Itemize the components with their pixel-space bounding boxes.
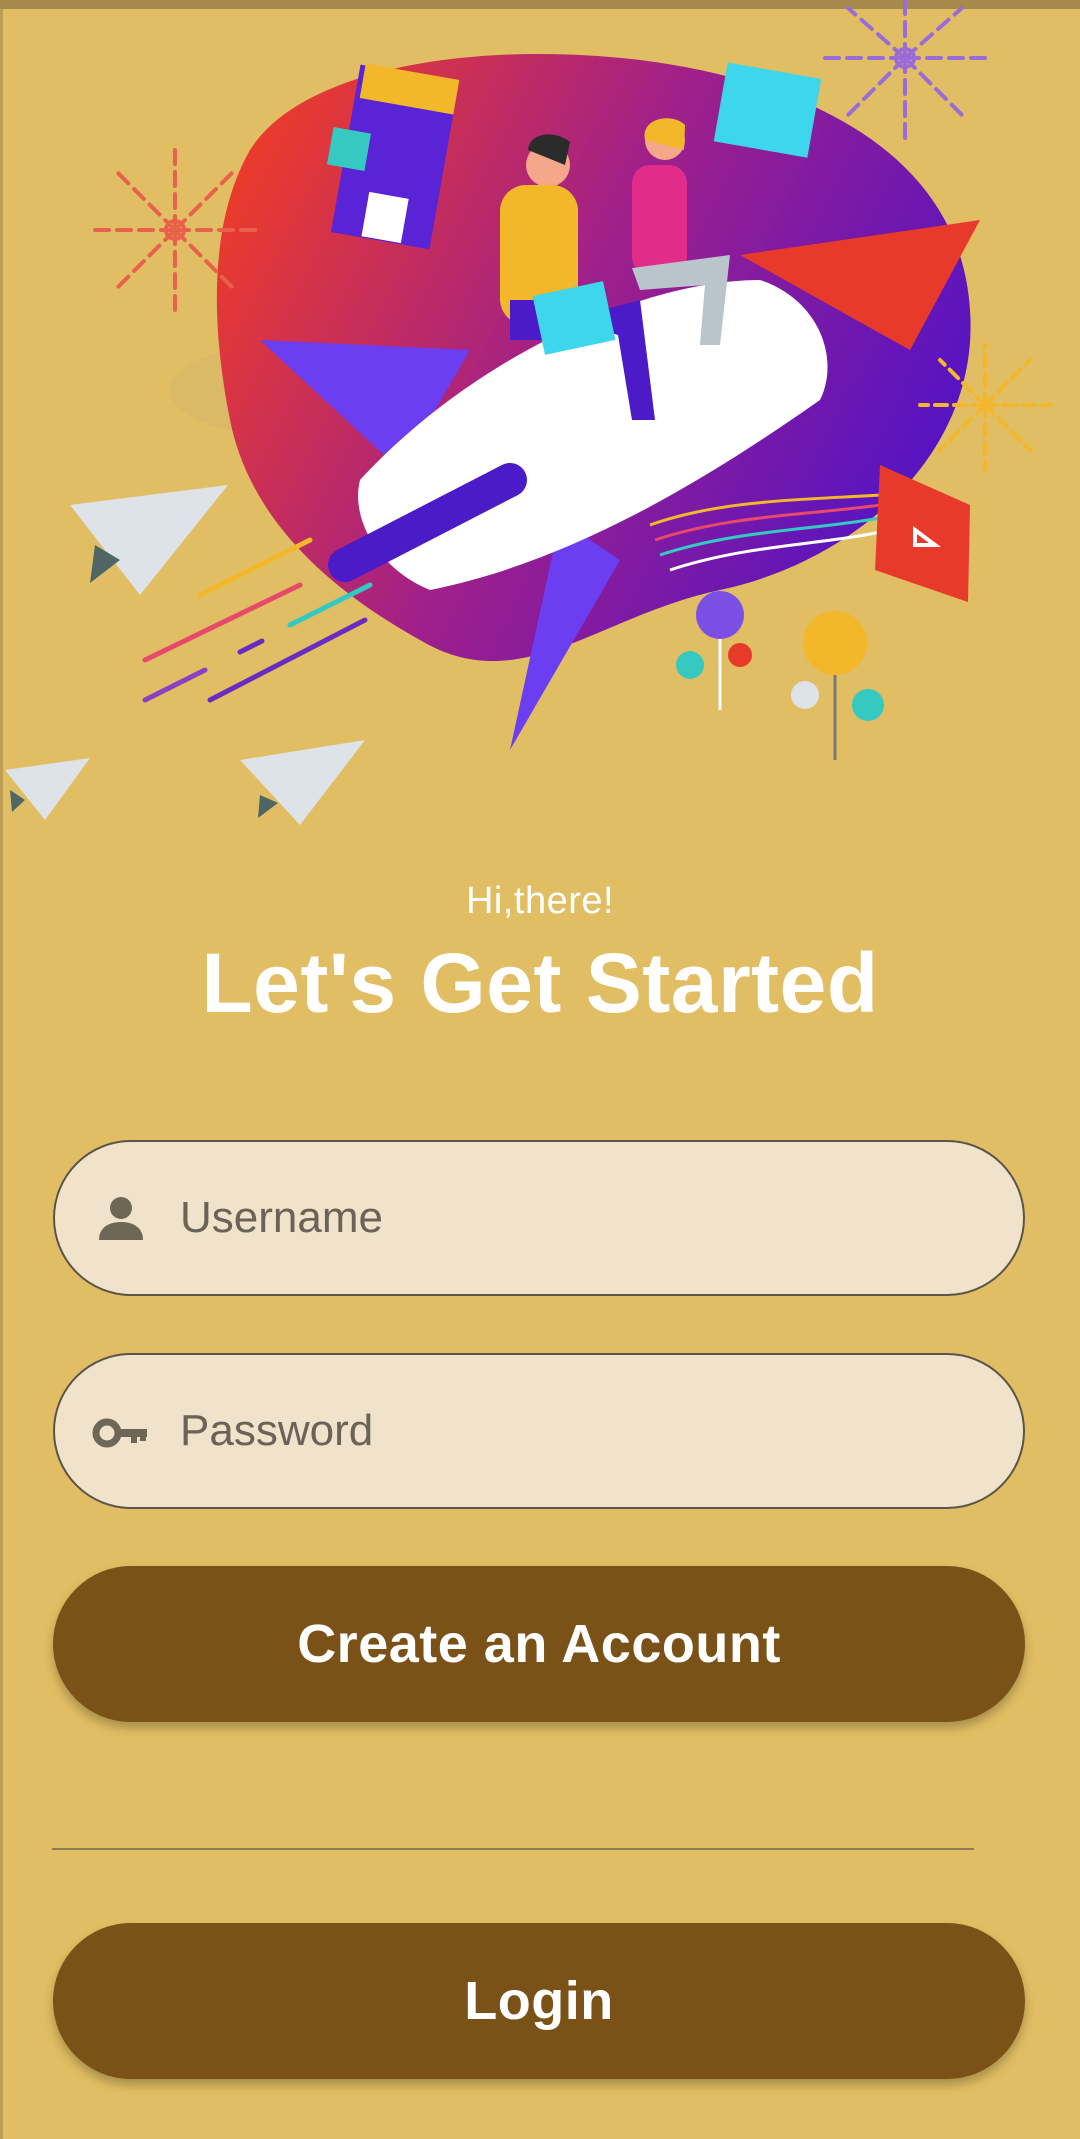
hero-illustration <box>5 0 1052 825</box>
firework-left <box>93 148 257 312</box>
page-title: Let's Get Started <box>201 936 879 1030</box>
username-field[interactable] <box>53 1140 1025 1296</box>
username-input[interactable] <box>180 1142 980 1294</box>
key-icon <box>92 1418 147 1448</box>
login-button[interactable]: Login <box>53 1923 1025 2079</box>
greeting-text: Hi,there! <box>465 880 615 922</box>
create-account-button[interactable]: Create an Account <box>53 1566 1025 1722</box>
divider <box>52 1848 974 1850</box>
person-icon <box>99 1197 143 1240</box>
password-input[interactable] <box>180 1355 980 1507</box>
password-field[interactable] <box>53 1353 1025 1509</box>
